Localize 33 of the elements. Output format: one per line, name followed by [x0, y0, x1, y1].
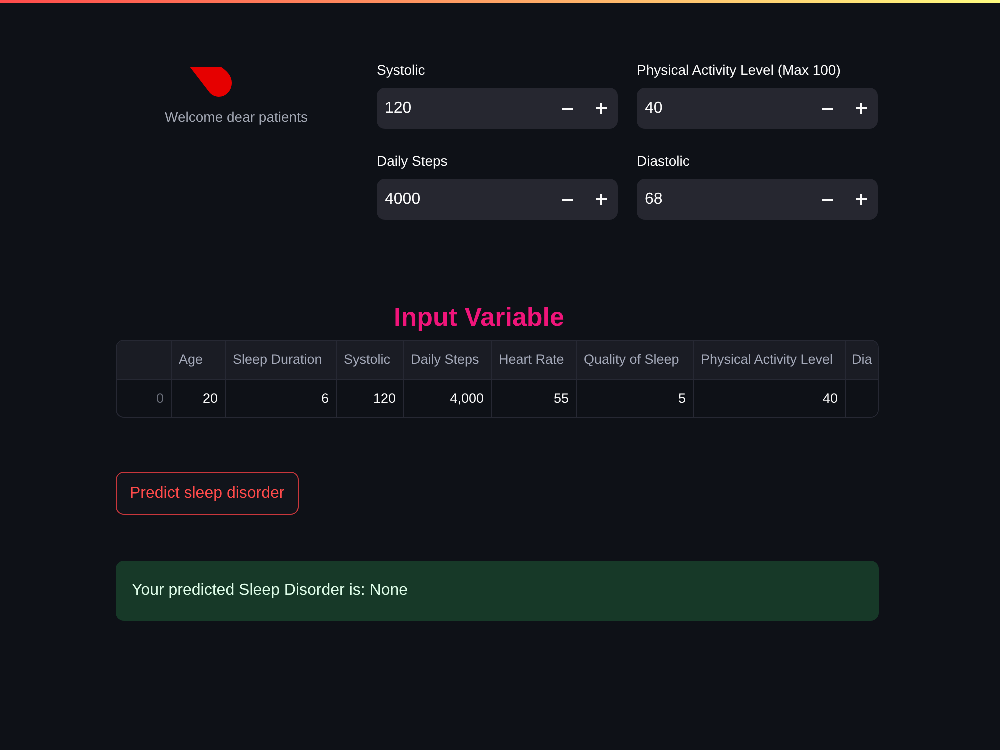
column-header: Daily Steps	[404, 341, 492, 380]
field-label: Systolic	[377, 61, 426, 80]
column-header: Systolic	[337, 341, 404, 380]
logo-drawing	[190, 67, 232, 97]
increment-button[interactable]	[844, 179, 878, 220]
increment-button[interactable]	[584, 179, 618, 220]
column-header: Quality of Sleep	[577, 341, 694, 380]
plus-icon	[856, 194, 866, 205]
number-field[interactable]: 40	[637, 88, 810, 129]
minus-icon	[822, 108, 832, 110]
minus-icon	[562, 108, 572, 110]
section-title: Input Variable	[394, 301, 564, 334]
success-message: Your predicted Sleep Disorder is: None	[116, 561, 879, 621]
number-field[interactable]: 68	[637, 179, 810, 220]
predict-button[interactable]: Predict sleep disorder	[116, 472, 299, 515]
number-field[interactable]: 4000	[377, 179, 550, 220]
plus-icon	[596, 194, 606, 205]
column-header: Physical Activity Level	[694, 341, 846, 380]
increment-button[interactable]	[584, 88, 618, 129]
column-header: Sleep Duration	[226, 341, 337, 380]
increment-button[interactable]	[844, 88, 878, 129]
welcome-text: Welcome dear patients	[164, 108, 309, 127]
field-label: Diastolic	[637, 152, 690, 171]
minus-icon	[562, 198, 572, 200]
field-label: Physical Activity Level (Max 100)	[637, 61, 841, 80]
plus-icon	[856, 103, 866, 114]
field-label: Daily Steps	[377, 152, 448, 171]
column-header: Dia	[846, 341, 878, 380]
plus-icon	[596, 103, 606, 114]
minus-icon	[822, 198, 832, 200]
number-field[interactable]: 120	[377, 88, 550, 129]
column-header: Age	[172, 341, 226, 380]
column-header: Heart Rate	[492, 341, 577, 380]
